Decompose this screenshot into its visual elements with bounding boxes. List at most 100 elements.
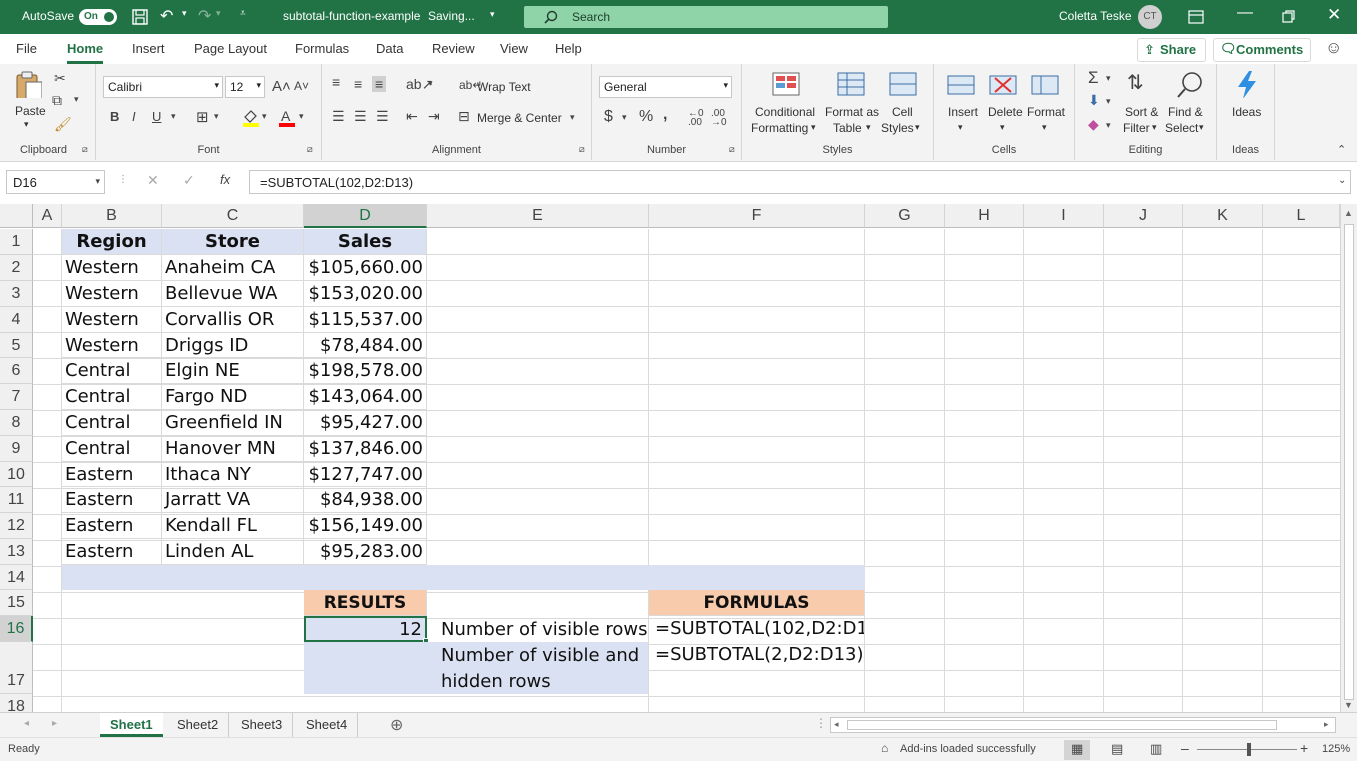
zoom-slider-thumb[interactable] — [1247, 743, 1251, 756]
fill-color-icon[interactable] — [241, 108, 261, 128]
name-box[interactable]: D16 ▾ — [6, 170, 105, 194]
insert-cells-icon[interactable] — [947, 72, 975, 100]
sheet-tab-2[interactable]: Sheet2 — [167, 713, 230, 737]
autosum-icon[interactable]: Σ — [1088, 68, 1099, 88]
row-header-13[interactable]: 13 — [0, 539, 33, 565]
zoom-in-icon[interactable]: + — [1300, 740, 1308, 756]
header-sales[interactable]: Sales — [304, 229, 427, 255]
font-color-icon[interactable]: A — [277, 108, 297, 128]
cell-region[interactable]: Eastern — [62, 487, 162, 513]
confirm-entry-icon[interactable]: ✓ — [183, 172, 195, 189]
cell-sales[interactable]: $156,149.00 — [304, 513, 427, 539]
tab-view[interactable]: View — [500, 41, 528, 56]
row-header-4[interactable]: 4 — [0, 307, 33, 333]
delete-dropdown-icon[interactable]: ▾ — [1000, 122, 1005, 133]
redo-icon[interactable]: ↷ — [198, 6, 211, 26]
cell-store[interactable]: Hanover MN — [162, 436, 304, 462]
font-name-select[interactable]: Calibri ▾ — [103, 76, 223, 98]
page-break-view-icon[interactable]: ▥ — [1150, 741, 1162, 757]
cell-store[interactable]: Greenfield IN — [162, 410, 304, 436]
column-header-c[interactable]: C — [162, 204, 304, 228]
cell-store[interactable]: Bellevue WA — [162, 281, 304, 307]
subtotal-102-formula[interactable]: =SUBTOTAL(102,D2:D13) — [652, 616, 864, 642]
tab-home[interactable]: Home — [67, 41, 104, 64]
comma-style-icon[interactable]: , — [663, 106, 667, 124]
cell-region[interactable]: Western — [62, 281, 162, 307]
row-header-6[interactable]: 6 — [0, 358, 33, 384]
insert-dropdown-icon[interactable]: ▾ — [958, 122, 963, 133]
cell-region[interactable]: Central — [62, 358, 162, 384]
merge-center-icon[interactable]: ⊟ — [458, 108, 470, 125]
smiley-feedback-icon[interactable]: ☺ — [1325, 38, 1342, 58]
italic-icon[interactable]: I — [132, 109, 136, 124]
sheet-tab-4[interactable]: Sheet4 — [296, 713, 359, 737]
visible-hidden-label-line2[interactable]: hidden rows — [438, 669, 648, 695]
collapse-ribbon-icon[interactable]: ⌃ — [1337, 143, 1346, 156]
tab-review[interactable]: Review — [432, 41, 475, 56]
column-header-a[interactable]: A — [33, 204, 62, 228]
cell-region[interactable]: Eastern — [62, 513, 162, 539]
row-header-11[interactable]: 11 — [0, 487, 33, 513]
find-select-label-2[interactable]: Select — [1165, 121, 1198, 135]
wrap-text-label[interactable]: Wrap Text — [477, 80, 531, 94]
conditional-label[interactable]: Conditional — [755, 105, 815, 119]
format-painter-icon[interactable]: 🖌 — [54, 116, 72, 133]
percent-icon[interactable]: % — [639, 108, 653, 126]
column-header-k[interactable]: K — [1183, 204, 1263, 228]
worksheet-grid[interactable]: A B C D E F G H I J K L 1 2 3 4 5 6 7 8 … — [0, 204, 1340, 712]
column-header-e[interactable]: E — [427, 204, 649, 228]
row-header-8[interactable]: 8 — [0, 410, 33, 436]
cell-region[interactable]: Western — [62, 307, 162, 333]
tab-help[interactable]: Help — [555, 41, 582, 56]
tab-page-layout[interactable]: Page Layout — [194, 41, 267, 56]
cell-sales[interactable]: $78,484.00 — [304, 333, 427, 358]
number-format-select[interactable]: General ▾ — [599, 76, 732, 98]
cell-store[interactable]: Corvallis OR — [162, 307, 304, 333]
currency-icon[interactable]: $ — [604, 108, 613, 126]
column-header-g[interactable]: G — [865, 204, 945, 228]
visible-hidden-label-line1[interactable]: Number of visible and — [438, 643, 648, 669]
close-icon[interactable]: ✕ — [1327, 5, 1341, 25]
row-header-9[interactable]: 9 — [0, 436, 33, 462]
cell-store[interactable]: Fargo ND — [162, 384, 304, 410]
clear-icon[interactable]: ◆ — [1088, 116, 1099, 133]
cell-styles-icon[interactable] — [889, 72, 917, 100]
share-button[interactable]: ⇪ Share — [1137, 38, 1206, 62]
scroll-up-icon[interactable]: ▲ — [1344, 208, 1353, 218]
paste-icon[interactable] — [14, 70, 42, 98]
fill-icon[interactable]: ⬇ — [1088, 92, 1100, 109]
horizontal-scroll-thumb[interactable] — [847, 720, 1277, 730]
cell-sales[interactable]: $137,846.00 — [304, 436, 427, 462]
normal-view-button[interactable]: ▦ — [1064, 740, 1090, 760]
format-cells-label[interactable]: Format — [1027, 105, 1065, 119]
format-as-label-2[interactable]: Table — [833, 121, 862, 135]
autosum-dropdown-icon[interactable]: ▾ — [1106, 73, 1111, 84]
sort-filter-icon[interactable]: ⇅ — [1127, 70, 1144, 95]
results-header[interactable]: RESULTS — [304, 590, 427, 616]
cell-styles-label-2[interactable]: Styles — [881, 121, 914, 135]
ideas-icon[interactable] — [1233, 70, 1261, 98]
zoom-out-icon[interactable]: – — [1181, 740, 1189, 756]
clear-dropdown-icon[interactable]: ▾ — [1106, 120, 1111, 131]
row-header-2[interactable]: 2 — [0, 255, 33, 281]
fill-dropdown-icon[interactable]: ▾ — [262, 111, 267, 122]
cell-sales[interactable]: $95,427.00 — [304, 410, 427, 436]
row-header-5[interactable]: 5 — [0, 333, 33, 358]
row-header-3[interactable]: 3 — [0, 281, 33, 307]
insert-function-icon[interactable]: fx — [220, 172, 230, 187]
decrease-indent-icon[interactable]: ⇤ — [406, 108, 418, 125]
decrease-decimal-icon[interactable]: .00 →0 — [711, 109, 727, 128]
cell-sales[interactable]: $84,938.00 — [304, 487, 427, 513]
merge-center-label[interactable]: Merge & Center — [477, 111, 562, 125]
format-as-table-icon[interactable] — [837, 72, 865, 100]
restore-icon[interactable] — [1282, 10, 1296, 24]
bold-icon[interactable]: B — [110, 109, 119, 124]
header-region[interactable]: Region — [62, 229, 162, 255]
copy-icon[interactable]: ⧉ — [52, 92, 62, 109]
cell-region[interactable]: Eastern — [62, 462, 162, 487]
minimize-icon[interactable]: — — [1237, 4, 1253, 22]
tab-scroll-left-icon[interactable]: ◂ — [24, 718, 29, 729]
scroll-down-icon[interactable]: ▼ — [1344, 700, 1353, 710]
number-launcher-icon[interactable]: ⧄ — [729, 144, 735, 155]
column-header-h[interactable]: H — [945, 204, 1024, 228]
